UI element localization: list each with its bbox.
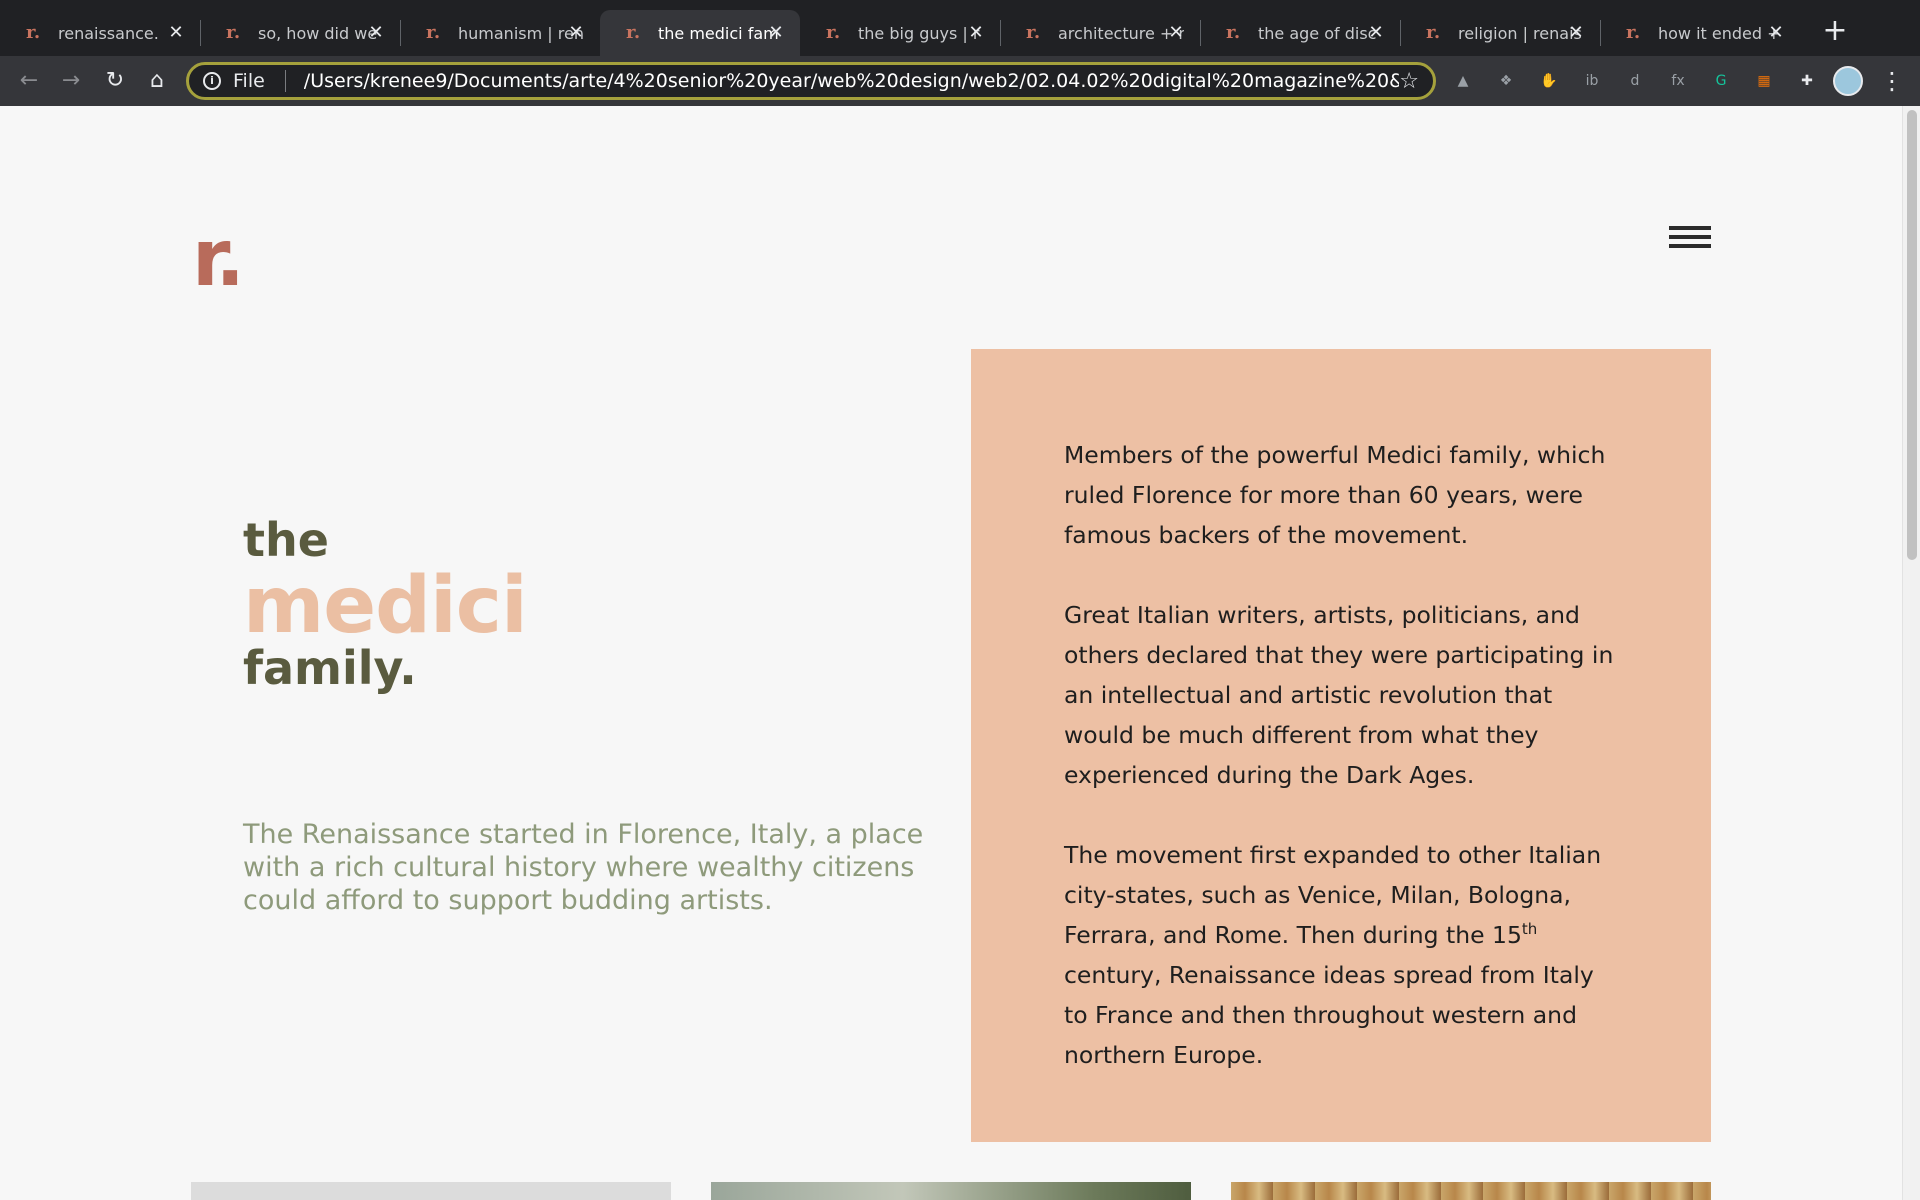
browser-tab[interactable]: r. humanism | ren ✕ <box>400 10 600 56</box>
dropbox-icon[interactable]: ❖ <box>1494 69 1518 93</box>
extensions-puzzle-icon[interactable]: ✚ <box>1795 69 1819 93</box>
tab-close-icon[interactable]: ✕ <box>766 23 786 43</box>
color-picker-icon[interactable]: ▦ <box>1752 69 1776 93</box>
tab-close-icon[interactable]: ✕ <box>566 23 586 43</box>
ib-extension-icon[interactable]: ib <box>1580 69 1604 93</box>
panel-paragraph-2: Great Italian writers, artists, politici… <box>1064 601 1614 789</box>
browser-tab[interactable]: r. architecture + r ✕ <box>1000 10 1200 56</box>
ordinal-suffix: th <box>1521 920 1538 938</box>
tab-close-icon[interactable]: ✕ <box>1366 23 1386 43</box>
tab-separator <box>1400 20 1401 46</box>
menu-line <box>1669 244 1711 248</box>
tab-favicon-icon: r. <box>626 22 641 43</box>
browser-toolbar: ← → ↻ ⌂ i File /Users/krenee9/Documents/… <box>0 56 1920 106</box>
intro-paragraph: The Renaissance started in Florence, Ita… <box>243 819 924 916</box>
tab-favicon-icon: r. <box>426 22 441 43</box>
browser-tab[interactable]: r. so, how did we ✕ <box>200 10 400 56</box>
tab-close-icon[interactable]: ✕ <box>1766 23 1786 43</box>
browser-tab[interactable]: r. the big guys | r ✕ <box>800 10 1000 56</box>
panel-p3-text-after: century, Renaissance ideas spread from I… <box>1064 961 1594 1069</box>
tab-favicon-icon: r. <box>1426 22 1441 43</box>
tab-favicon-icon: r. <box>26 22 41 43</box>
menu-line <box>1669 226 1711 230</box>
new-tab-button[interactable]: + <box>1820 16 1850 46</box>
page-title: the medici family. <box>243 513 528 694</box>
formula-extension-icon[interactable]: fx <box>1666 69 1690 93</box>
page-viewport: r. the medici family. The Renaissance st… <box>0 106 1920 1200</box>
browser-tab[interactable]: r. religion | renais ✕ <box>1400 10 1600 56</box>
tab-favicon-icon: r. <box>826 22 841 43</box>
tab-close-icon[interactable]: ✕ <box>1166 23 1186 43</box>
tab-favicon-icon: r. <box>1026 22 1041 43</box>
site-info-icon[interactable]: i <box>203 72 221 90</box>
back-button[interactable]: ← <box>14 66 44 96</box>
tab-close-icon[interactable]: ✕ <box>366 23 386 43</box>
tab-close-icon[interactable]: ✕ <box>966 23 986 43</box>
tab-favicon-icon: r. <box>1626 22 1641 43</box>
gallery-card-1[interactable] <box>191 1182 671 1200</box>
browser-menu-icon[interactable]: ⋮ <box>1880 66 1904 96</box>
back-arrow-icon: ← <box>19 68 39 93</box>
address-divider <box>284 70 286 92</box>
browser-tab[interactable]: r. the medici fam ✕ <box>600 10 800 56</box>
tab-separator <box>1200 20 1201 46</box>
tab-separator <box>1000 20 1001 46</box>
panel-paragraph-3: The movement first expanded to other Ita… <box>1064 835 1617 1075</box>
grammarly-icon[interactable]: G <box>1709 69 1733 93</box>
info-panel: Members of the powerful Medici family, w… <box>971 349 1711 1142</box>
reload-icon: ↻ <box>105 68 125 93</box>
title-line-the: the <box>243 513 329 567</box>
url-text[interactable]: /Users/krenee9/Documents/arte/4%20senior… <box>304 70 1399 92</box>
adblock-icon[interactable]: ✋ <box>1537 69 1561 93</box>
scrollbar-thumb[interactable] <box>1907 110 1917 560</box>
forward-button[interactable]: → <box>56 66 86 96</box>
tab-favicon-icon: r. <box>226 22 241 43</box>
tab-separator <box>1600 20 1601 46</box>
gallery-card-3-ornament-image[interactable] <box>1231 1182 1711 1200</box>
page-scrollbar[interactable] <box>1902 106 1920 1200</box>
dictionary-extension-icon[interactable]: d <box>1623 69 1647 93</box>
bookmark-star-icon[interactable]: ☆ <box>1399 69 1419 94</box>
panel-paragraph-1: Members of the powerful Medici family, w… <box>1064 441 1606 549</box>
profile-avatar[interactable] <box>1833 66 1863 96</box>
browser-tab[interactable]: r. the age of disc ✕ <box>1200 10 1400 56</box>
reload-button[interactable]: ↻ <box>100 66 130 96</box>
panel-p3-text-before: The movement first expanded to other Ita… <box>1064 841 1602 949</box>
tab-separator <box>400 20 401 46</box>
home-icon: ⌂ <box>150 68 164 93</box>
site-logo[interactable]: r. <box>192 214 245 304</box>
browser-tab[interactable]: r. renaissance. ✕ <box>0 10 200 56</box>
hamburger-menu-icon[interactable] <box>1669 226 1711 252</box>
tab-close-icon[interactable]: ✕ <box>1566 23 1586 43</box>
url-scheme-label: File <box>233 70 265 92</box>
home-button[interactable]: ⌂ <box>142 66 172 96</box>
forward-arrow-icon: → <box>61 68 81 93</box>
menu-line <box>1669 235 1711 239</box>
tab-close-icon[interactable]: ✕ <box>166 23 186 43</box>
tab-separator <box>200 20 201 46</box>
gallery-card-2-landscape-image[interactable] <box>711 1182 1191 1200</box>
browser-tab[interactable]: r. how it ended + ✕ <box>1600 10 1800 56</box>
google-drive-icon[interactable]: ▲ <box>1451 69 1475 93</box>
title-line-medici: medici <box>243 561 528 651</box>
tab-favicon-icon: r. <box>1226 22 1241 43</box>
address-bar[interactable]: i File /Users/krenee9/Documents/arte/4%2… <box>186 62 1436 100</box>
tab-strip: r. renaissance. ✕ r. so, how did we ✕ r. humani… <box>0 0 1920 56</box>
